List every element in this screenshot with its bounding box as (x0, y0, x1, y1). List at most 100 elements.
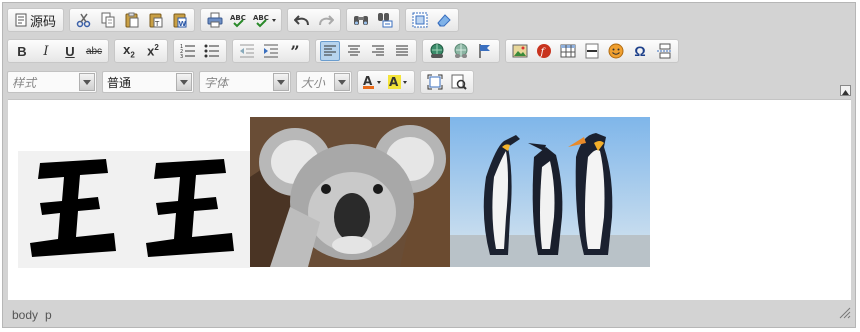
indent-button[interactable] (261, 41, 281, 61)
koala-image[interactable] (250, 117, 450, 267)
unlink-button[interactable] (451, 41, 471, 61)
numbered-list-icon: 123 (180, 43, 196, 59)
maximize-button[interactable] (425, 72, 445, 92)
toolbar-group-lists: 123 (173, 39, 227, 63)
paste-icon (124, 12, 140, 28)
outdent-button[interactable] (237, 41, 257, 61)
italic-button[interactable]: I (36, 41, 56, 61)
toolbar-group-find (346, 8, 401, 32)
chevron-down-icon[interactable] (334, 73, 350, 91)
copy-button[interactable] (98, 10, 118, 30)
blockquote-button[interactable]: ” (285, 41, 305, 61)
spellcheck-as-you-type-button[interactable]: ABC (253, 10, 277, 30)
style-combo[interactable]: 样式 (7, 70, 97, 94)
align-justify-icon (395, 44, 409, 58)
paste-word-button[interactable]: W (170, 10, 190, 30)
replace-icon (377, 12, 393, 28)
size-combo[interactable]: 大小 (296, 70, 352, 94)
calligraphy-art (30, 159, 234, 257)
align-left-button[interactable] (320, 41, 340, 61)
align-right-icon (371, 44, 385, 58)
paste-word-icon: W (172, 12, 188, 28)
collapse-toolbar-button[interactable] (840, 85, 851, 96)
source-icon (15, 13, 27, 27)
image-button[interactable] (510, 41, 530, 61)
penguins-image[interactable] (450, 117, 650, 267)
toolbar-group-align (315, 39, 417, 63)
align-justify-button[interactable] (392, 41, 412, 61)
subscript-icon: x2 (123, 42, 135, 60)
indent-icon (263, 43, 279, 59)
svg-text:A: A (389, 75, 399, 89)
numbered-list-button[interactable]: 123 (178, 41, 198, 61)
find-button[interactable] (351, 10, 371, 30)
redo-button[interactable] (316, 10, 336, 30)
chevron-down-icon[interactable] (176, 73, 192, 91)
select-all-button[interactable] (410, 10, 430, 30)
bulleted-list-button[interactable] (202, 41, 222, 61)
text-color-button[interactable]: A (362, 72, 384, 92)
bulleted-list-icon (204, 43, 220, 59)
page-break-icon (656, 43, 672, 59)
table-icon (560, 43, 576, 59)
outdent-icon (239, 43, 255, 59)
horizontal-rule-icon (584, 43, 600, 59)
remove-format-button[interactable] (434, 10, 454, 30)
toolbar-group-colors: A A (357, 70, 415, 94)
element-path-p[interactable]: p (45, 308, 52, 322)
toolbar-row-2: B I U abc x2 x2 123 ” f Ω (7, 38, 684, 64)
table-button[interactable] (558, 41, 578, 61)
show-blocks-button[interactable] (449, 72, 469, 92)
copy-icon (100, 12, 116, 28)
paste-text-button[interactable]: T (146, 10, 166, 30)
chevron-down-icon[interactable] (79, 73, 95, 91)
smiley-button[interactable] (606, 41, 626, 61)
underline-button[interactable]: U (60, 41, 80, 61)
superscript-button[interactable]: x2 (143, 41, 163, 61)
koala-photo (250, 117, 450, 267)
cut-button[interactable] (74, 10, 94, 30)
anchor-button[interactable] (475, 41, 495, 61)
align-right-button[interactable] (368, 41, 388, 61)
print-button[interactable] (205, 10, 225, 30)
replace-button[interactable] (375, 10, 395, 30)
editor-content-area[interactable] (8, 99, 851, 300)
source-button[interactable]: 源码 (12, 10, 59, 30)
font-combo[interactable]: 字体 (199, 70, 291, 94)
undo-button[interactable] (292, 10, 312, 30)
align-center-button[interactable] (344, 41, 364, 61)
binoculars-icon (353, 12, 369, 28)
text-color-icon: A (362, 74, 384, 90)
maximize-icon (427, 74, 443, 90)
element-path-body[interactable]: body (12, 308, 38, 322)
flash-button[interactable]: f (534, 41, 554, 61)
smiley-icon (608, 43, 624, 59)
unlink-globe-icon (453, 43, 469, 59)
paste-text-icon: T (148, 12, 164, 28)
toolbar-group-select (405, 8, 460, 32)
subscript-button[interactable]: x2 (119, 41, 139, 61)
special-char-button[interactable]: Ω (630, 41, 650, 61)
toolbar-group-source: 源码 (7, 8, 65, 32)
spellcheck-button[interactable]: ABC (229, 10, 249, 30)
svg-text:A: A (363, 74, 373, 88)
strikethrough-button[interactable]: abc (84, 41, 104, 61)
link-button[interactable] (427, 41, 447, 61)
align-center-icon (347, 44, 361, 58)
paste-button[interactable] (122, 10, 142, 30)
calligraphy-image[interactable] (18, 151, 250, 268)
chevron-down-icon[interactable] (273, 73, 289, 91)
background-color-button[interactable]: A (388, 72, 410, 92)
toolbar-group-spell: ABC ABC (200, 8, 283, 32)
format-combo-label: 普通 (107, 75, 132, 90)
bold-button[interactable]: B (12, 41, 32, 61)
toolbar-row-1: 源码 T W ABC ABC (7, 7, 464, 33)
horizontal-rule-button[interactable] (582, 41, 602, 61)
underline-icon: U (65, 43, 75, 59)
format-combo[interactable]: 普通 (102, 70, 194, 94)
resize-grip-icon[interactable] (839, 306, 851, 324)
page-break-button[interactable] (654, 41, 674, 61)
collapse-arrow-icon (842, 82, 849, 100)
status-bar: body p (3, 301, 855, 327)
printer-icon (207, 12, 223, 28)
